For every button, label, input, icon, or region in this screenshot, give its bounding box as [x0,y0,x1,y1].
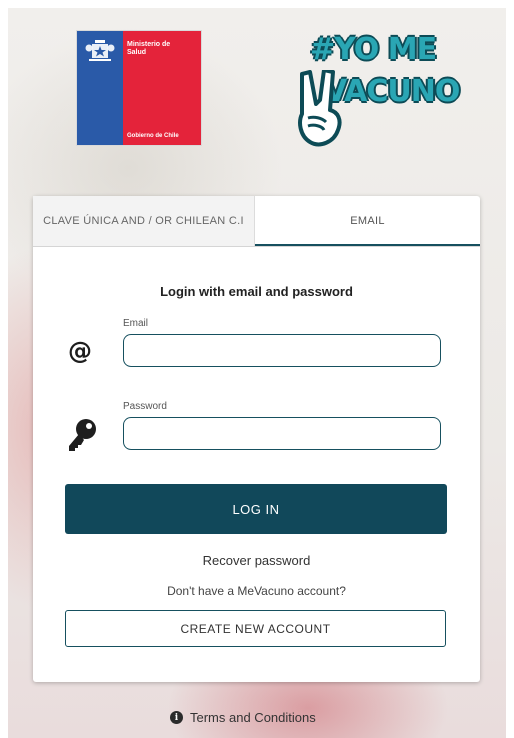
create-account-button[interactable]: CREATE NEW ACCOUNT [65,610,446,647]
peace-hand-icon [298,70,342,147]
form-heading: Login with email and password [160,284,353,299]
government-label: Gobierno de Chile [127,133,179,139]
login-method-tabs: CLAVE ÚNICA AND / OR CHILEAN C.I EMAIL [33,196,480,247]
at-icon: @ [68,338,92,364]
no-account-text: Don't have a MeVacuno account? [167,584,346,598]
svg-text:@: @ [68,338,92,364]
password-label: Password [123,401,167,412]
tab-email[interactable]: EMAIL [255,196,480,246]
yo-me-vacuno-logo: #YO ME VACUNO [294,30,460,148]
login-button[interactable]: LOG IN [65,484,447,534]
terms-label: Terms and Conditions [190,710,316,725]
email-label: Email [123,318,149,329]
key-icon [69,419,96,451]
campaign-line-1: #YO ME [310,32,437,67]
active-tab-indicator [255,244,480,246]
tab-clave-unica[interactable]: CLAVE ÚNICA AND / OR CHILEAN C.I [33,196,255,246]
terms-link[interactable]: i Terms and Conditions [170,710,316,725]
login-card: CLAVE ÚNICA AND / OR CHILEAN C.I EMAIL L… [33,196,480,682]
ministry-name: Ministerio de Salud [127,41,171,56]
email-field[interactable] [123,334,441,367]
password-field[interactable] [123,417,441,450]
chile-crest-icon [85,40,115,61]
recover-password-link[interactable]: Recover password [33,553,480,568]
info-icon: i [170,711,183,724]
ministerio-salud-logo: Ministerio de Salud Gobierno de Chile [76,30,202,146]
